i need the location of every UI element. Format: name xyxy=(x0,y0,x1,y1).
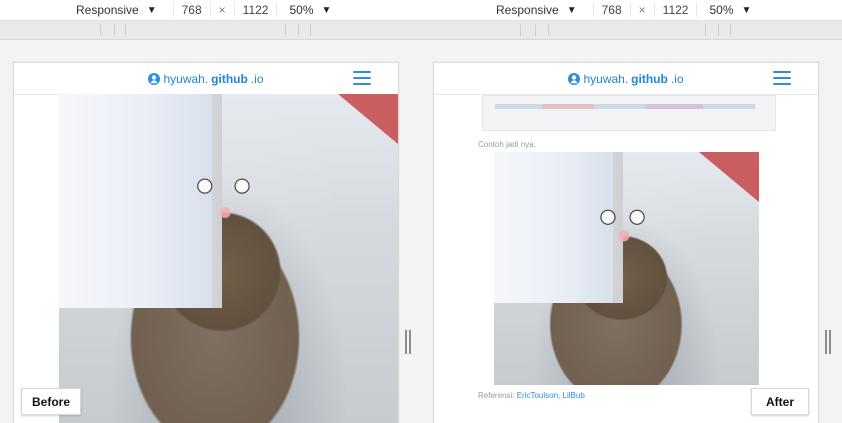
site-header: hyuwah. github .io xyxy=(434,63,818,95)
height-field[interactable]: 1122 xyxy=(653,3,698,17)
reference-line: Referensi: EricToulson, LilBub xyxy=(478,391,585,400)
media-query-ruler xyxy=(0,21,842,40)
window-background xyxy=(59,94,222,308)
preset-label: Responsive xyxy=(496,3,559,17)
logo-bold: github xyxy=(631,71,668,86)
logo-prefix: hyuwah. xyxy=(583,71,629,86)
code-block xyxy=(482,95,776,131)
width-field[interactable]: 768 xyxy=(592,3,631,17)
red-shape xyxy=(338,94,398,144)
toolbar-right: Responsive ▼ 768 × 1122 50% ▼ xyxy=(496,0,751,20)
chevron-down-icon: ▼ xyxy=(321,4,332,16)
zoom-dropdown[interactable]: 50% ▼ xyxy=(289,3,331,17)
logo-bold: github xyxy=(211,71,248,86)
cat-image xyxy=(59,94,398,423)
toolbar-left: Responsive ▼ 768 × 1122 50% ▼ xyxy=(76,0,331,20)
reference-link-lilbub[interactable]: LilBub xyxy=(563,391,585,400)
chevron-down-icon: ▼ xyxy=(566,4,577,16)
chevron-down-icon: ▼ xyxy=(741,4,752,16)
ruler-tick xyxy=(718,24,719,36)
resize-handle[interactable] xyxy=(825,330,831,354)
device-frame-after: hyuwah. github .io Contoh jadi nya: Refere… xyxy=(433,62,819,423)
before-label: Before xyxy=(21,388,81,415)
ruler-tick xyxy=(535,24,536,36)
preset-dropdown[interactable]: Responsive ▼ xyxy=(496,3,577,17)
resize-handle[interactable] xyxy=(405,330,411,354)
times-sign: × xyxy=(218,3,226,17)
ruler-tick xyxy=(705,24,706,36)
zoom-dropdown[interactable]: 50% ▼ xyxy=(709,3,751,17)
times-sign: × xyxy=(638,3,646,17)
ruler-tick xyxy=(100,24,101,36)
after-label: After xyxy=(751,388,809,415)
reference-label: Referensi: xyxy=(478,391,515,400)
contoh-text: Contoh jadi nya: xyxy=(478,140,536,149)
hamburger-menu-icon[interactable] xyxy=(353,71,371,85)
reference-link-ericToulson[interactable]: EricToulson xyxy=(517,391,558,400)
width-field[interactable]: 768 xyxy=(172,3,211,17)
preset-dropdown[interactable]: Responsive ▼ xyxy=(76,3,157,17)
logo-suffix: .io xyxy=(250,71,264,86)
preset-label: Responsive xyxy=(76,3,139,17)
ruler-tick xyxy=(520,24,521,36)
hamburger-menu-icon[interactable] xyxy=(773,71,791,85)
ruler-tick xyxy=(298,24,299,36)
ruler-tick xyxy=(285,24,286,36)
zoom-label: 50% xyxy=(709,3,734,17)
user-icon xyxy=(568,72,581,85)
ruler-tick xyxy=(310,24,311,36)
device-toolbar: Responsive ▼ 768 × 1122 50% ▼ Responsive… xyxy=(0,0,842,21)
height-field[interactable]: 1122 xyxy=(233,3,278,17)
logo-prefix: hyuwah. xyxy=(163,71,209,86)
ruler-tick xyxy=(548,24,549,36)
cat-image xyxy=(494,152,759,385)
zoom-label: 50% xyxy=(289,3,314,17)
site-logo[interactable]: hyuwah. github .io xyxy=(148,71,264,86)
user-icon xyxy=(148,72,161,85)
red-shape xyxy=(699,152,759,202)
logo-suffix: .io xyxy=(670,71,684,86)
ruler-tick xyxy=(125,24,126,36)
site-logo[interactable]: hyuwah. github .io xyxy=(568,71,684,86)
device-frame-before: hyuwah. github .io xyxy=(13,62,399,423)
ruler-tick xyxy=(730,24,731,36)
site-header: hyuwah. github .io xyxy=(14,63,398,95)
window-background xyxy=(494,152,624,304)
reference-separator: , xyxy=(558,391,561,400)
ruler-tick xyxy=(114,24,115,36)
chevron-down-icon: ▼ xyxy=(146,4,157,16)
